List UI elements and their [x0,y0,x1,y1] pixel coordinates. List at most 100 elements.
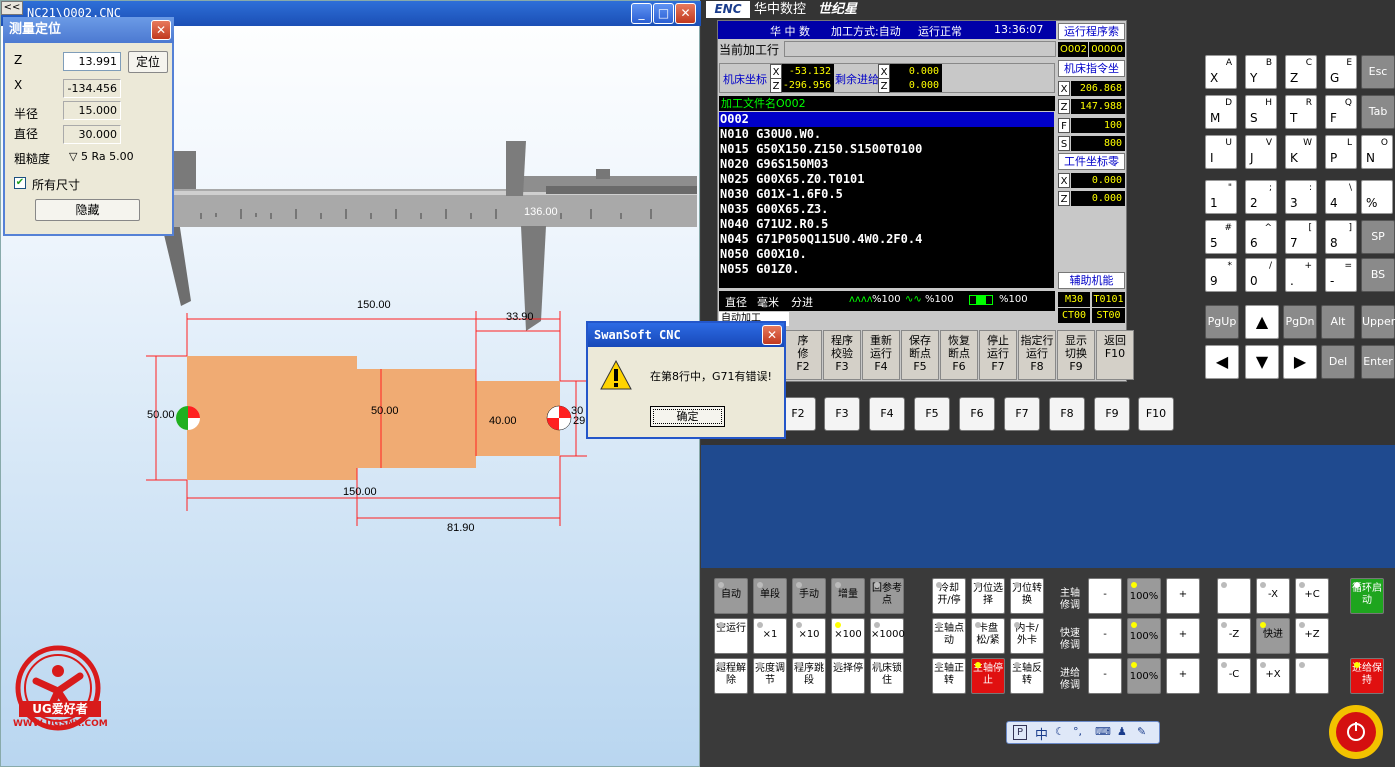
coolant-button[interactable]: 冷却开/停 [932,578,966,614]
key-pgup[interactable]: PgUp [1205,305,1239,339]
spindle-stop-button[interactable]: 主轴停止 [971,658,1005,694]
brightness-button[interactable]: 亮度调节 [753,658,787,694]
code-line[interactable]: N045 G71P050Q115U0.4W0.2F0.4 [719,232,1054,247]
fkey-f6[interactable]: 恢复 断点 F6 [940,330,978,380]
key-tab[interactable]: Tab [1361,95,1395,129]
jog-plus-z-button[interactable]: +Z [1295,618,1329,654]
rapid-ovr-minus[interactable]: - [1088,618,1122,654]
fkey-f10[interactable]: 返回 F10 [1096,330,1134,380]
locate-button[interactable]: 定位 [128,51,168,73]
key-9[interactable]: 9 * [1205,258,1237,292]
key-minus[interactable]: - = [1325,258,1357,292]
machine-lock-button[interactable]: 机床锁住 [870,658,904,694]
optional-stop-button[interactable]: 选择停 [831,658,865,694]
fkey-f8[interactable]: 指定行 运行 F8 [1018,330,1056,380]
key-percent[interactable]: % [1361,180,1393,214]
clamp-mode-button[interactable]: 内卡/外卡 [1010,618,1044,654]
hw-f6-button[interactable]: F6 [959,397,995,431]
fkey-f2[interactable]: 序修 F2 [784,330,822,380]
code-line[interactable]: N030 G01X-1.6F0.5 [719,187,1054,202]
key-k[interactable]: KW [1285,135,1317,169]
cycle-start-button[interactable]: 循环启动 [1350,578,1384,614]
key-6[interactable]: 6 ^ [1245,220,1277,254]
key-upper[interactable]: Upper [1361,305,1395,339]
code-line[interactable]: N025 G00X65.Z0.T0101 [719,172,1054,187]
key-dot[interactable]: . + [1285,258,1317,292]
key-x[interactable]: XA [1205,55,1237,89]
mode-manual-button[interactable]: 手动 [792,578,826,614]
tool-change-button[interactable]: 刀位转换 [1010,578,1044,614]
key-f[interactable]: FQ [1325,95,1357,129]
feed-ovr-plus[interactable]: + [1166,658,1200,694]
dry-run-button[interactable]: 空运行 [714,618,748,654]
code-line[interactable]: N050 G00X10. [719,247,1054,262]
feed-hold-button[interactable]: 进给保持 [1350,658,1384,694]
spindle-ccw-button[interactable]: 主轴反转 [1010,658,1044,694]
step-x10-button[interactable]: ×10 [792,618,826,654]
key-n[interactable]: NO [1361,135,1393,169]
fkey-f5[interactable]: 保存 断点 F5 [901,330,939,380]
chuck-button[interactable]: 卡盘松/紧 [971,618,1005,654]
fkey-f9[interactable]: 显示 切换 F9 [1057,330,1095,380]
ok-button[interactable]: 确定 [650,406,725,427]
mode-auto-button[interactable]: 自动 [714,578,748,614]
arrow-up-icon[interactable]: ▲ [1245,305,1279,339]
key-sp[interactable]: SP [1361,220,1395,254]
jog-plus-x-button[interactable]: +X [1256,658,1290,694]
hw-f8-button[interactable]: F8 [1049,397,1085,431]
jog-rapid-button[interactable]: 快进 [1256,618,1290,654]
code-line[interactable]: O002 [719,112,1054,127]
jog-minus-x-button[interactable]: -X [1256,578,1290,614]
ime-halfwidth-icon[interactable]: ☾ [1055,725,1065,738]
key-j[interactable]: JV [1245,135,1277,169]
ime-punct-icon[interactable]: °, [1073,725,1082,738]
jog-plus-c-button[interactable]: +C [1295,578,1329,614]
hw-f9-button[interactable]: F9 [1094,397,1130,431]
key-7[interactable]: 7[ [1285,220,1317,254]
mode-home-button[interactable]: 回参考点 [870,578,904,614]
arrow-right-icon[interactable]: ▶ [1283,345,1317,379]
step-x1-button[interactable]: ×1 [753,618,787,654]
ime-mode-icon[interactable]: P [1013,725,1027,740]
all-dims-checkbox[interactable]: ✔ [14,177,26,189]
key-8[interactable]: 8] [1325,220,1357,254]
key-del[interactable]: Del [1321,345,1355,379]
mode-single-button[interactable]: 单段 [753,578,787,614]
hide-button[interactable]: 隐藏 [35,199,140,221]
error-close-button[interactable]: ✕ [762,325,782,345]
fkey-f7[interactable]: 停止 运行 F7 [979,330,1017,380]
key-pgdn[interactable]: PgDn [1283,305,1317,339]
code-line[interactable]: N040 G71U2.R0.5 [719,217,1054,232]
spindle-ovr-minus[interactable]: - [1088,578,1122,614]
jog-minus-c-button[interactable]: -C [1217,658,1251,694]
mode-increment-button[interactable]: 增量 [831,578,865,614]
rapid-ovr-plus[interactable]: + [1166,618,1200,654]
jog-blank2-button[interactable] [1295,658,1329,694]
feed-ovr-minus[interactable]: - [1088,658,1122,694]
jog-minus-z-button[interactable]: -Z [1217,618,1251,654]
spindle-ovr-plus[interactable]: + [1166,578,1200,614]
key-y[interactable]: YB [1245,55,1277,89]
arrow-down-icon[interactable]: ▼ [1245,345,1279,379]
block-skip-button[interactable]: 程序跳段 [792,658,826,694]
key-bs[interactable]: BS [1361,258,1395,292]
code-line[interactable]: N055 G01Z0. [719,262,1054,277]
step-x100-button[interactable]: ×100 [831,618,865,654]
key-alt[interactable]: Alt [1321,305,1355,339]
step-x1000-button[interactable]: ×1000 [870,618,905,654]
key-4[interactable]: 4 \ [1325,180,1357,214]
key-esc[interactable]: Esc [1361,55,1395,89]
hw-f10-button[interactable]: F10 [1138,397,1174,431]
key-m[interactable]: MD [1205,95,1237,129]
ime-user-icon[interactable]: ♟ [1117,725,1127,738]
code-line[interactable]: N035 G00X65.Z3. [719,202,1054,217]
hw-f7-button[interactable]: F7 [1004,397,1040,431]
key-1[interactable]: 1 " [1205,180,1237,214]
hw-f5-button[interactable]: F5 [914,397,950,431]
spindle-jog-button[interactable]: 主轴点动 [932,618,966,654]
key-s[interactable]: SH [1245,95,1277,129]
hw-f3-button[interactable]: F3 [824,397,860,431]
key-5[interactable]: 5 # [1205,220,1237,254]
code-line[interactable]: N015 G50X150.Z150.S1500T0100 [719,142,1054,157]
ime-settings-icon[interactable]: ✎ [1137,725,1146,738]
